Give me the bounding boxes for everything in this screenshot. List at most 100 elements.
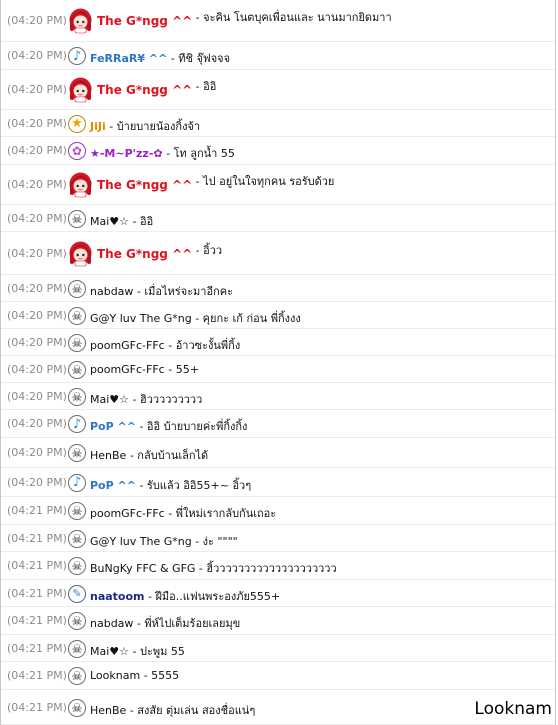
girl-avatar-icon[interactable]	[67, 171, 94, 198]
chat-message-row: (04:21 PM) ☠ HenBe - สงสัย ตุ่มเล่น สองชื่…	[1, 690, 555, 725]
sender-name[interactable]: poomGFc-FFc	[90, 339, 165, 352]
skull-icon[interactable]: ☠	[68, 529, 86, 548]
sender-name[interactable]: nabdaw	[90, 617, 133, 630]
skull-icon[interactable]: ☠	[68, 667, 86, 685]
message-timestamp: (04:21 PM)	[7, 614, 67, 627]
chat-message-row: (04:20 PM) The G*ngg ^^ - อิ้วว	[1, 232, 555, 275]
message-text: - รับแล้ว อิอิ55+~ อิ้วๆ	[135, 478, 252, 492]
skull-icon[interactable]: ☠	[68, 612, 86, 630]
message-body: G@Y luv The G*ng - คุยกะ เก้ ก่อน พี่กิ้…	[90, 309, 301, 327]
message-body: nabdaw - พี่ห์ไปเต็มร้อยเลยมุข	[90, 614, 240, 632]
sender-name[interactable]: HenBe	[90, 449, 126, 462]
message-timestamp: (04:21 PM)	[7, 641, 67, 655]
message-body: BuNgKy FFC & GFG - ฮิ้วววววววววววววววววว…	[90, 559, 337, 577]
chat-message-row: (04:20 PM) ♪ PoP ^^ - รับแล้ว อิอิ55+~ อิ้…	[1, 468, 555, 497]
skull-icon[interactable]: ☠	[68, 306, 86, 325]
message-text: - อ้าวซะงั้นพี่กิ้ง	[164, 338, 241, 352]
message-body: The G*ngg ^^ - จะคิน โนตบุคเพื่อนและ นาน…	[97, 11, 392, 30]
sender-name[interactable]: BuNgKy FFC & GFG	[90, 562, 195, 575]
sender-name[interactable]: G@Y luv The G*ng	[90, 312, 192, 325]
chat-message-row: (04:21 PM) ✎ naatoom - ฝีมือ..แฟนพระองภัย5…	[1, 580, 555, 607]
sender-name[interactable]: The G*ngg ^^	[97, 247, 192, 261]
message-timestamp: (04:20 PM)	[7, 389, 67, 403]
message-timestamp: (04:20 PM)	[7, 14, 67, 27]
sender-name[interactable]: PoP ^^	[90, 420, 136, 433]
sender-name[interactable]: FeRRaR¥ ^^	[90, 52, 167, 65]
music-note-icon[interactable]: ♪	[68, 47, 86, 65]
sender-name[interactable]: The G*ngg ^^	[97, 178, 192, 192]
sender-name[interactable]: The G*ngg ^^	[97, 83, 192, 97]
music-note-icon[interactable]: ♪	[68, 415, 86, 433]
message-timestamp: (04:20 PM)	[7, 178, 67, 191]
chat-message-row: (04:20 PM) ☠ poomGFc-FFc - 55+	[1, 356, 555, 383]
chat-message-row: (04:20 PM) ☠ poomGFc-FFc - อ้าวซะงั้นพี่กิ…	[1, 329, 555, 356]
sender-name[interactable]: JiJi	[90, 120, 106, 133]
sender-name[interactable]: Mai♥☆	[90, 645, 129, 658]
message-body: Looknam - 5555	[90, 669, 179, 682]
girl-avatar-icon[interactable]	[67, 76, 94, 103]
chat-message-row: (04:21 PM) ☠ Looknam - 5555	[1, 662, 555, 690]
message-text: - พี่ห์ไปเต็มร้อยเลยมุข	[133, 617, 241, 630]
skull-icon[interactable]: ☠	[68, 639, 86, 658]
message-timestamp: (04:20 PM)	[7, 246, 67, 260]
chat-log: (04:20 PM) The G*ngg ^^ - จะคิน โนตบุคเพื…	[0, 0, 556, 725]
message-text: - อิ้วว	[192, 243, 223, 257]
sender-name[interactable]: Mai♥☆	[90, 393, 129, 406]
message-body: poomGFc-FFc - พี่ใหม่เรากลับกันเถอะ	[90, 504, 276, 522]
message-timestamp: (04:20 PM)	[7, 49, 67, 62]
sender-name[interactable]: HenBe	[90, 704, 126, 717]
chat-message-row: (04:20 PM) The G*ngg ^^ - ไป อยู่ในใจทุกค…	[1, 165, 555, 205]
sender-name[interactable]: poomGFc-FFc	[90, 507, 165, 520]
message-body: Mai♥☆ - อิอิ	[90, 212, 153, 230]
message-text: - ไป อยู่ในใจทุกคน รอรับด้วย	[192, 175, 335, 188]
skull-icon[interactable]: ☠	[68, 333, 86, 352]
music-note-icon[interactable]: ♪	[68, 473, 86, 492]
chat-message-row: (04:21 PM) ☠ nabdaw - พี่ห์ไปเต็มร้อยเลยมุ…	[1, 607, 555, 635]
message-text: - อิอิ	[129, 214, 154, 228]
message-body: nabdaw - เมื่อไหร่จะมาอีกคะ	[90, 282, 233, 300]
skull-icon[interactable]: ☠	[68, 279, 86, 298]
skull-icon[interactable]: ☠	[68, 387, 86, 406]
sender-name[interactable]: Mai♥☆	[90, 215, 129, 228]
message-body: Mai♥☆ - ฮิววววววววว	[90, 390, 202, 408]
girl-avatar-icon[interactable]	[67, 7, 94, 34]
sender-name[interactable]: The G*ngg ^^	[97, 14, 192, 28]
message-timestamp: (04:21 PM)	[7, 504, 67, 517]
girl-avatar-icon[interactable]	[67, 240, 94, 267]
skull-icon[interactable]: ☠	[68, 698, 86, 717]
message-text: - 5555	[140, 669, 180, 682]
sender-name[interactable]: PoP ^^	[90, 479, 136, 492]
pen-icon[interactable]: ✎	[68, 584, 86, 603]
message-text: - พี่ใหม่เรากลับกันเถอะ	[164, 507, 277, 520]
skull-icon[interactable]: ☠	[68, 444, 86, 462]
message-body: G@Y luv The G*ng - ง่ะ """"	[90, 532, 238, 550]
sender-name[interactable]: Looknam	[90, 669, 140, 682]
message-timestamp: (04:20 PM)	[7, 116, 67, 130]
message-text: - จะคิน โนตบุคเพื่อนและ นานมากยิดมาา	[192, 11, 392, 24]
message-timestamp: (04:20 PM)	[7, 335, 67, 349]
chat-message-row: (04:20 PM) ☠ HenBe - กลับบ้านเล็กได้	[1, 438, 555, 468]
message-text: - 55+	[164, 362, 199, 376]
sender-name[interactable]: G@Y luv The G*ng	[90, 535, 192, 548]
flower-icon[interactable]: ✿	[68, 142, 86, 160]
message-text: - เมื่อไหร่จะมาอีกคะ	[133, 284, 234, 298]
message-timestamp: (04:21 PM)	[7, 586, 67, 600]
sender-name[interactable]: nabdaw	[90, 285, 133, 298]
sender-name[interactable]: ★-M~P'zz-✿	[90, 147, 163, 160]
star-icon[interactable]: ★	[68, 114, 86, 133]
sender-name[interactable]: naatoom	[90, 590, 145, 603]
skull-icon[interactable]: ☠	[68, 209, 86, 228]
message-timestamp: (04:20 PM)	[7, 417, 67, 430]
skull-icon[interactable]: ☠	[68, 502, 86, 520]
chat-message-row: (04:20 PM) ☠ G@Y luv The G*ng - คุยกะ เก้ …	[1, 302, 555, 329]
skull-icon[interactable]: ☠	[68, 557, 86, 575]
message-body: poomGFc-FFc - อ้าวซะงั้นพี่กิ้ง	[90, 336, 240, 354]
message-text: - บ้ายบายน้องกิ้งจ้า	[105, 119, 201, 133]
message-body: JiJi - บ้ายบายน้องกิ้งจ้า	[90, 117, 200, 135]
chat-message-row: (04:20 PM) ☠ Mai♥☆ - อิอิ	[1, 205, 555, 232]
message-timestamp: (04:20 PM)	[7, 308, 67, 322]
message-text: - กลับบ้านเล็กได้	[126, 449, 209, 462]
skull-icon[interactable]: ☠	[68, 360, 86, 379]
message-timestamp: (04:21 PM)	[7, 559, 67, 572]
sender-name[interactable]: poomGFc-FFc	[90, 363, 165, 376]
